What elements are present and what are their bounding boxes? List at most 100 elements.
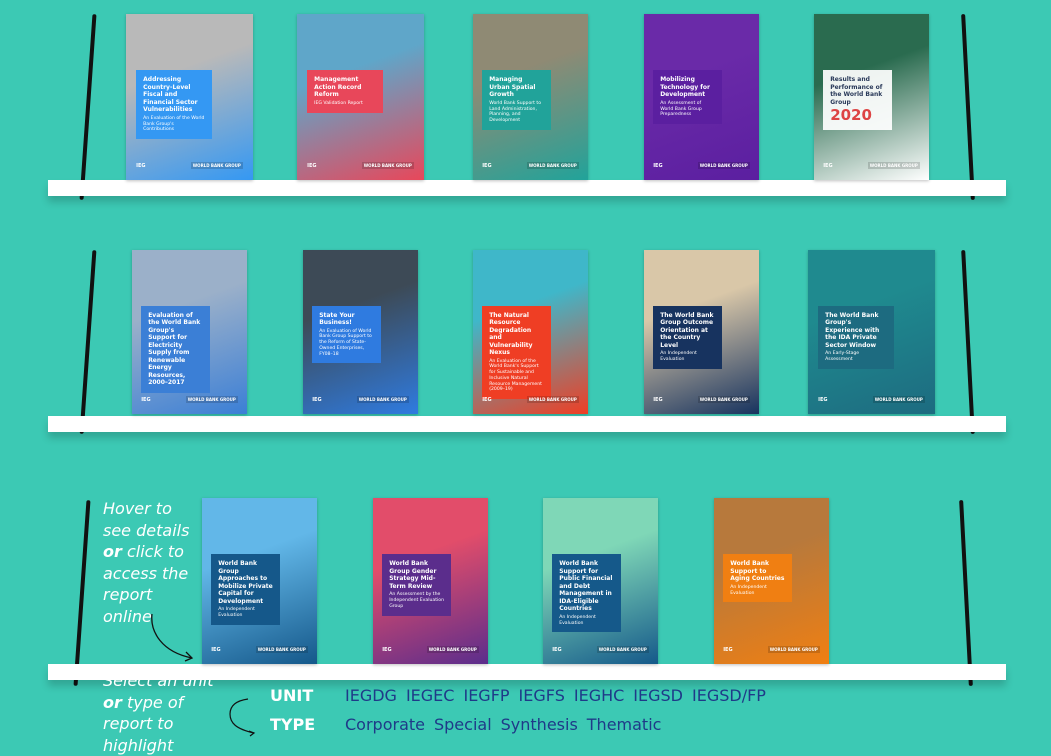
wbg-logo: WORLD BANK GROUP xyxy=(426,646,479,653)
cover-title-panel: World Bank Group Approaches to Mobilize … xyxy=(211,554,281,625)
cover-title-panel: State Your Business! An Evaluation of Wor… xyxy=(312,305,382,364)
shelf-rope-right-1 xyxy=(961,14,975,200)
wbg-logo: WORLD BANK GROUP xyxy=(697,162,750,169)
cover-footer: IEG WORLD BANK GROUP xyxy=(552,645,649,654)
wbg-logo: WORLD BANK GROUP xyxy=(526,162,579,169)
ieg-logo: IEG xyxy=(382,646,392,653)
cover-footer: IEG WORLD BANK GROUP xyxy=(818,395,925,404)
report-cover[interactable]: The Natural Resource Degradation and Vul… xyxy=(473,250,588,414)
cover-title: Mobilizing Technology for Development xyxy=(660,76,710,99)
wbg-logo: WORLD BANK GROUP xyxy=(361,162,414,169)
unit-filter-option[interactable]: IEGFS xyxy=(519,686,565,705)
unit-filter-option[interactable]: IEGSD/FP xyxy=(692,686,766,705)
ieg-logo: IEG xyxy=(723,646,733,653)
cover-title-panel: The World Bank Group Outcome Orientation… xyxy=(653,305,723,369)
cover-title-panel: Results and Performance of the World Ban… xyxy=(823,70,893,131)
report-cover[interactable]: World Bank Support for Public Financial … xyxy=(543,498,658,664)
cover-footer: IEG WORLD BANK GROUP xyxy=(653,161,750,170)
cover-footer: IEG WORLD BANK GROUP xyxy=(482,395,579,404)
type-filter-option[interactable]: Special xyxy=(434,715,492,734)
report-cover[interactable]: World Bank Group Approaches to Mobilize … xyxy=(202,498,317,664)
wbg-logo: WORLD BANK GROUP xyxy=(190,162,243,169)
cover-footer: IEG WORLD BANK GROUP xyxy=(141,395,238,404)
unit-filter-option[interactable]: IEGEC xyxy=(406,686,455,705)
cover-subtitle: An Independent Evaluation xyxy=(730,584,767,596)
report-cover[interactable]: Evaluation of the World Bank Group's Sup… xyxy=(132,250,247,414)
cover-footer: IEG WORLD BANK GROUP xyxy=(307,161,414,170)
report-cover[interactable]: Management Action Record Reform IEG Valid… xyxy=(297,14,424,180)
shelf-board-2 xyxy=(48,416,1006,432)
unit-filter-option[interactable]: IEGHC xyxy=(574,686,624,705)
cover-subtitle: An Assessment of World Bank Group Prepar… xyxy=(660,100,702,118)
cover-subtitle: An Evaluation of the World Bank's Suppor… xyxy=(489,358,542,393)
report-cover[interactable]: Results and Performance of the World Ban… xyxy=(814,14,929,180)
bracket-icon xyxy=(229,698,256,737)
cover-title-panel: World Bank Support to Aging Countries An … xyxy=(723,554,793,603)
cover-title: World Bank Support to Aging Countries xyxy=(730,560,785,583)
type-filter-option[interactable]: Corporate xyxy=(345,715,425,734)
cover-subtitle: IEG Validation Report xyxy=(314,100,363,106)
shelf-rope-right-3 xyxy=(959,500,973,686)
cover-footer: IEG WORLD BANK GROUP xyxy=(653,395,750,404)
cover-title: The World Bank Group Outcome Orientation… xyxy=(660,311,714,349)
report-cover[interactable]: The World Bank Group's Experience with t… xyxy=(808,250,935,414)
wbg-logo: WORLD BANK GROUP xyxy=(767,646,820,653)
cover-subtitle: An Assessment by the Independent Evaluat… xyxy=(389,592,445,609)
cover-title: Addressing Country-Level Fiscal and Fina… xyxy=(143,76,198,114)
cover-title: State Your Business! xyxy=(319,311,355,327)
cover-title-panel: Mobilizing Technology for Development An … xyxy=(653,70,723,125)
shelf-board-1 xyxy=(48,180,1006,196)
type-filter-option[interactable]: Thematic xyxy=(587,715,662,734)
unit-filter-option[interactable]: IEGSD xyxy=(633,686,683,705)
cover-subtitle: World Bank Support to Land Administratio… xyxy=(489,100,542,124)
type-filter-option[interactable]: Synthesis xyxy=(501,715,578,734)
cover-footer: IEG WORLD BANK GROUP xyxy=(211,645,308,654)
cover-footer: IEG WORLD BANK GROUP xyxy=(823,161,920,170)
cover-title-panel: Addressing Country-Level Fiscal and Fina… xyxy=(136,70,213,140)
wbg-logo: WORLD BANK GROUP xyxy=(697,396,750,403)
report-cover[interactable]: Managing Urban Spatial Growth World Bank … xyxy=(473,14,588,180)
cover-title-panel: The World Bank Group's Experience with t… xyxy=(818,305,895,369)
cover-footer: IEG WORLD BANK GROUP xyxy=(482,161,579,170)
ieg-logo: IEG xyxy=(653,162,663,169)
cover-title: Evaluation of the World Bank Group's Sup… xyxy=(148,311,201,387)
type-label: TYPE xyxy=(270,715,316,734)
report-cover[interactable]: State Your Business! An Evaluation of Wor… xyxy=(303,250,418,414)
report-cover[interactable]: World Bank Support to Aging Countries An … xyxy=(714,498,829,664)
cover-footer: IEG WORLD BANK GROUP xyxy=(723,645,820,654)
shelf-rope-left-2 xyxy=(79,250,97,434)
hint-emphasis: or xyxy=(103,692,122,712)
wbg-logo: WORLD BANK GROUP xyxy=(872,396,925,403)
hint-text: Select an unit xyxy=(103,671,214,690)
curved-arrow-icon xyxy=(151,613,194,662)
ieg-logo: IEG xyxy=(141,396,151,403)
cover-title: World Bank Support for Public Financial … xyxy=(559,560,613,613)
cover-title-panel: The Natural Resource Degradation and Vul… xyxy=(482,305,552,400)
wbg-logo: WORLD BANK GROUP xyxy=(867,162,920,169)
ieg-logo: IEG xyxy=(818,396,828,403)
unit-filter-option[interactable]: IEGDG xyxy=(345,686,397,705)
report-cover[interactable]: Addressing Country-Level Fiscal and Fina… xyxy=(126,14,253,180)
unit-filter-option[interactable]: IEGFP xyxy=(463,686,509,705)
report-cover[interactable]: Mobilizing Technology for Development An … xyxy=(644,14,759,180)
ieg-logo: IEG xyxy=(552,646,562,653)
cover-title: Results and Performance of the World Ban… xyxy=(830,76,883,106)
cover-title-panel: Evaluation of the World Bank Group's Sup… xyxy=(141,305,211,393)
hover-hint: Hover to see details or click to access … xyxy=(103,498,203,627)
filter-panel: UNIT IEGDG IEGEC IEGFP IEGFS IEGHC IEGSD IEGSD… xyxy=(270,686,775,744)
type-filter-row: TYPE Corporate Special Synthesis Thematic xyxy=(270,715,775,744)
shelf-rope-right-2 xyxy=(961,250,975,434)
ieg-logo: IEG xyxy=(482,162,492,169)
unit-label: UNIT xyxy=(270,686,314,705)
unit-options: IEGDG IEGEC IEGFP IEGFS IEGHC IEGSD IEGSD/FP xyxy=(345,686,775,705)
unit-filter-row: UNIT IEGDG IEGEC IEGFP IEGFS IEGHC IEGSD IEGSD… xyxy=(270,686,775,715)
hint-emphasis: or xyxy=(103,542,122,561)
cover-subtitle: An Independent Evaluation xyxy=(660,351,697,362)
ieg-logo: IEG xyxy=(312,396,322,403)
type-options: Corporate Special Synthesis Thematic xyxy=(345,715,670,734)
select-hint: Select an unit or type of report to high… xyxy=(103,670,223,756)
report-cover[interactable]: World Bank Group Gender Strategy Mid-Ter… xyxy=(373,498,488,664)
report-cover[interactable]: The World Bank Group Outcome Orientation… xyxy=(644,250,759,414)
cover-subtitle: 2020 xyxy=(830,106,872,125)
ieg-logo: IEG xyxy=(823,162,833,169)
